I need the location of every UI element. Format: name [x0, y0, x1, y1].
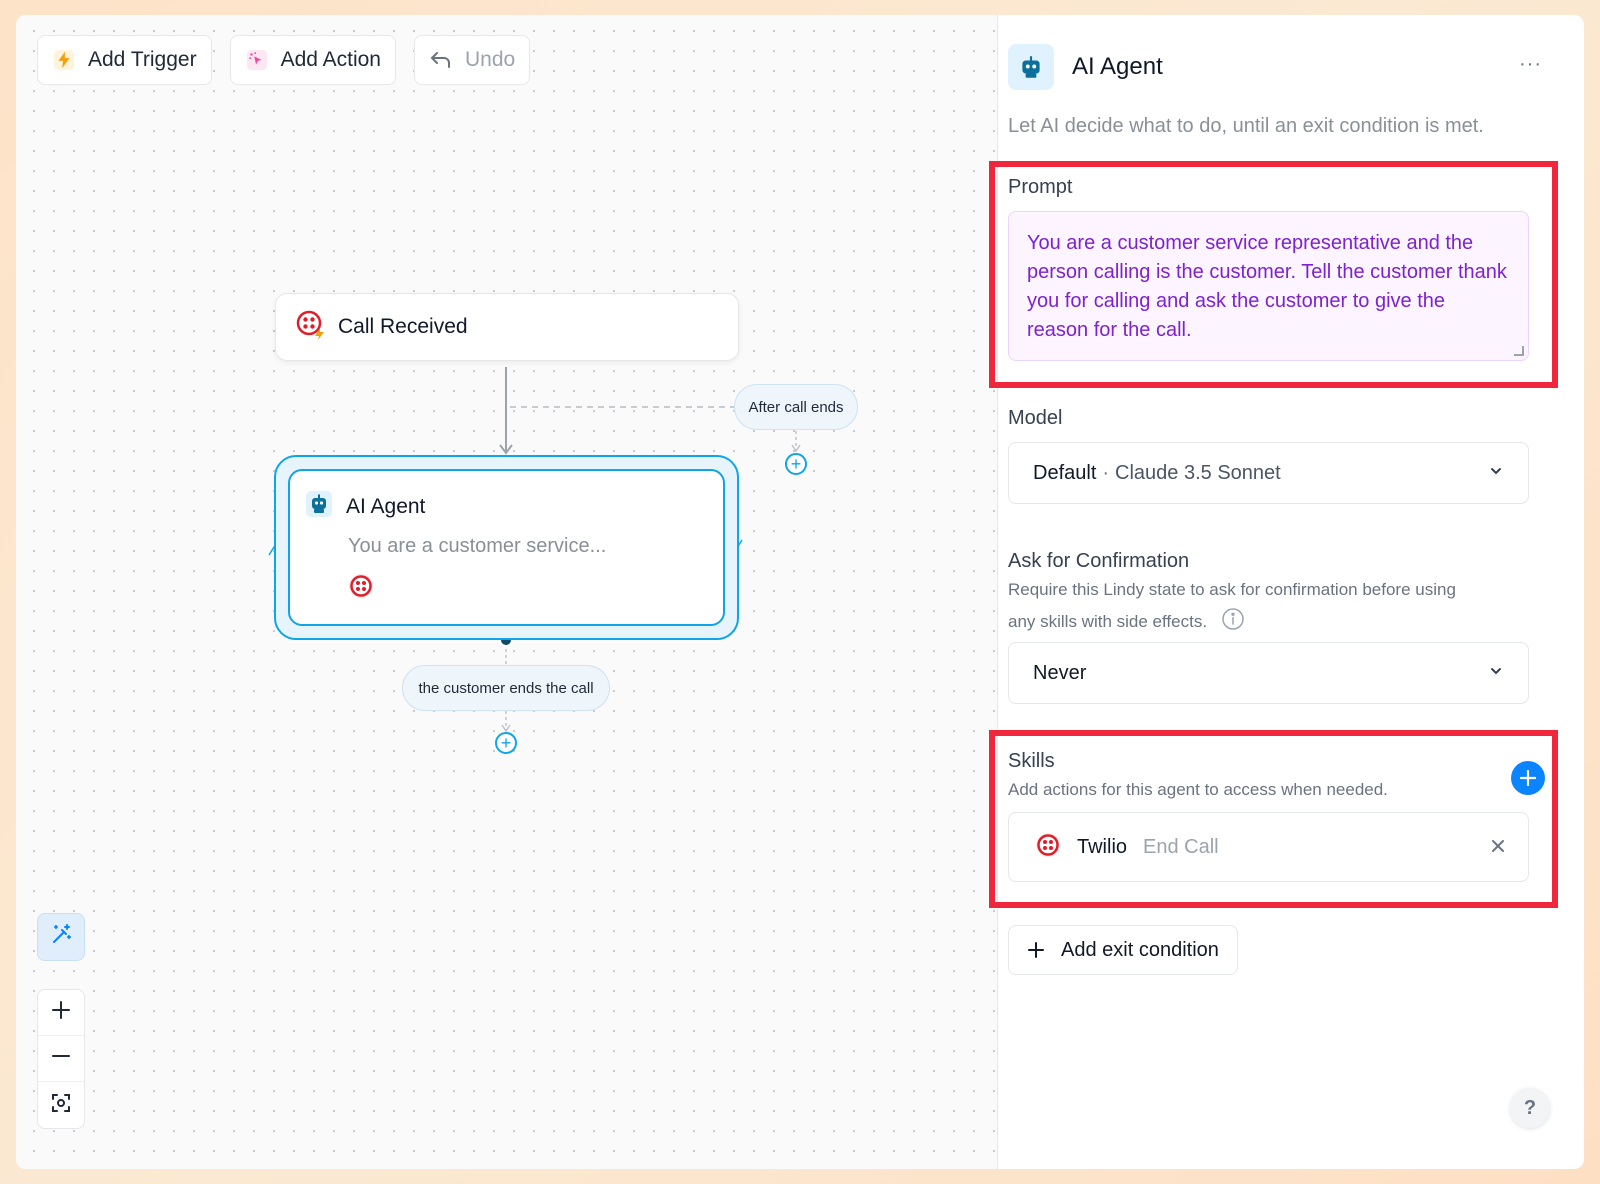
- trigger-node-title: Call Received: [338, 315, 468, 338]
- ai-agent-node-description: You are a customer service...: [348, 535, 607, 557]
- twilio-icon: [296, 310, 326, 345]
- remove-skill-button[interactable]: [1490, 834, 1506, 860]
- chevron-down-icon: [1488, 462, 1504, 485]
- model-select[interactable]: Default · Claude 3.5 Sonnet: [1008, 442, 1529, 504]
- confirmation-select[interactable]: Never: [1008, 642, 1529, 704]
- fit-view-icon: [50, 1092, 72, 1119]
- confirmation-label: Ask for Confirmation: [1008, 550, 1190, 572]
- skills-hint: Add actions for this agent to access whe…: [1008, 780, 1388, 799]
- add-exit-condition-button[interactable]: Add exit condition: [1008, 925, 1238, 975]
- model-separator: ·: [1102, 461, 1110, 484]
- robot-icon: [306, 491, 332, 522]
- canvas-toolbar: Add Trigger Add Action Undo: [37, 35, 531, 85]
- skill-item-twilio-end-call[interactable]: Twilio End Call: [1008, 812, 1529, 882]
- undo-button[interactable]: Undo: [413, 35, 531, 85]
- robot-icon: [1008, 44, 1054, 90]
- add-action-button[interactable]: Add Action: [229, 35, 396, 85]
- add-skill-button[interactable]: [1511, 761, 1545, 795]
- trigger-node-call-received[interactable]: Call Received: [275, 293, 739, 361]
- lightning-icon: [52, 48, 76, 72]
- branch-label: After call ends: [748, 398, 844, 416]
- ai-agent-node[interactable]: AI Agent You are a customer service...: [274, 455, 739, 640]
- close-icon: [1492, 840, 1504, 852]
- undo-label: Undo: [464, 48, 516, 71]
- confirmation-selected: Never: [1033, 661, 1087, 684]
- model-label: Model: [1008, 407, 1063, 429]
- node-settings-panel: AI Agent ··· Let AI decide what to do, u…: [989, 15, 1584, 1169]
- app-window: Add Trigger Add Action Undo Call Receive…: [16, 15, 1584, 1169]
- magic-wand-icon: [48, 922, 74, 953]
- twilio-icon: [348, 573, 374, 604]
- prompt-textarea[interactable]: You are a customer service representativ…: [1008, 211, 1529, 361]
- minus-icon: [50, 1045, 72, 1072]
- prompt-label: Prompt: [1008, 176, 1073, 198]
- panel-title: AI Agent: [1072, 53, 1163, 80]
- chevron-down-icon: [1488, 662, 1504, 685]
- skill-action: End Call: [1143, 835, 1219, 858]
- workflow-canvas[interactable]: Add Trigger Add Action Undo Call Receive…: [16, 15, 998, 1169]
- skill-provider: Twilio: [1077, 835, 1128, 858]
- twilio-icon: [1035, 832, 1061, 863]
- plus-icon: [1519, 769, 1537, 787]
- resize-handle-icon[interactable]: [1514, 346, 1524, 356]
- undo-icon: [429, 48, 453, 72]
- confirmation-hint-row: any skills with side effects.: [1008, 607, 1245, 636]
- ai-agent-card[interactable]: AI Agent You are a customer service...: [288, 469, 725, 626]
- more-options-button[interactable]: ···: [1519, 53, 1542, 76]
- add-step-after-call-button[interactable]: +: [785, 453, 807, 475]
- plus-icon: [1028, 942, 1044, 958]
- skills-label: Skills: [1008, 750, 1055, 772]
- add-step-after-agent-button[interactable]: +: [495, 732, 517, 754]
- zoom-out-button[interactable]: [38, 1036, 84, 1082]
- model-selected-sub: Claude 3.5 Sonnet: [1115, 461, 1281, 484]
- add-trigger-label: Add Trigger: [88, 48, 197, 71]
- ai-tidy-button[interactable]: [37, 913, 85, 961]
- model-selected-main: Default: [1033, 461, 1097, 484]
- add-action-label: Add Action: [280, 48, 381, 71]
- panel-subtitle: Let AI decide what to do, until an exit …: [1008, 115, 1484, 137]
- zoom-controls: [37, 989, 85, 1129]
- cursor-sparkle-icon: [245, 48, 269, 72]
- confirmation-hint-line1: Require this Lindy state to ask for conf…: [1008, 580, 1456, 599]
- ai-agent-node-title: AI Agent: [346, 494, 426, 518]
- info-icon[interactable]: [1221, 607, 1245, 636]
- panel-header: AI Agent: [1008, 44, 1163, 90]
- prompt-text: You are a customer service representativ…: [1027, 232, 1507, 341]
- exit-condition-label: the customer ends the call: [418, 679, 594, 697]
- plus-icon: [50, 999, 72, 1026]
- ai-agent-header: AI Agent: [306, 491, 425, 522]
- confirmation-hint-line2: any skills with side effects.: [1008, 611, 1208, 631]
- fit-view-button[interactable]: [38, 1082, 84, 1128]
- exit-condition-pill[interactable]: the customer ends the call: [402, 665, 610, 711]
- branch-after-call-ends[interactable]: After call ends: [734, 384, 858, 430]
- add-trigger-button[interactable]: Add Trigger: [37, 35, 212, 85]
- help-button[interactable]: ?: [1510, 1088, 1550, 1128]
- zoom-in-button[interactable]: [38, 990, 84, 1036]
- add-exit-condition-label: Add exit condition: [1061, 938, 1219, 961]
